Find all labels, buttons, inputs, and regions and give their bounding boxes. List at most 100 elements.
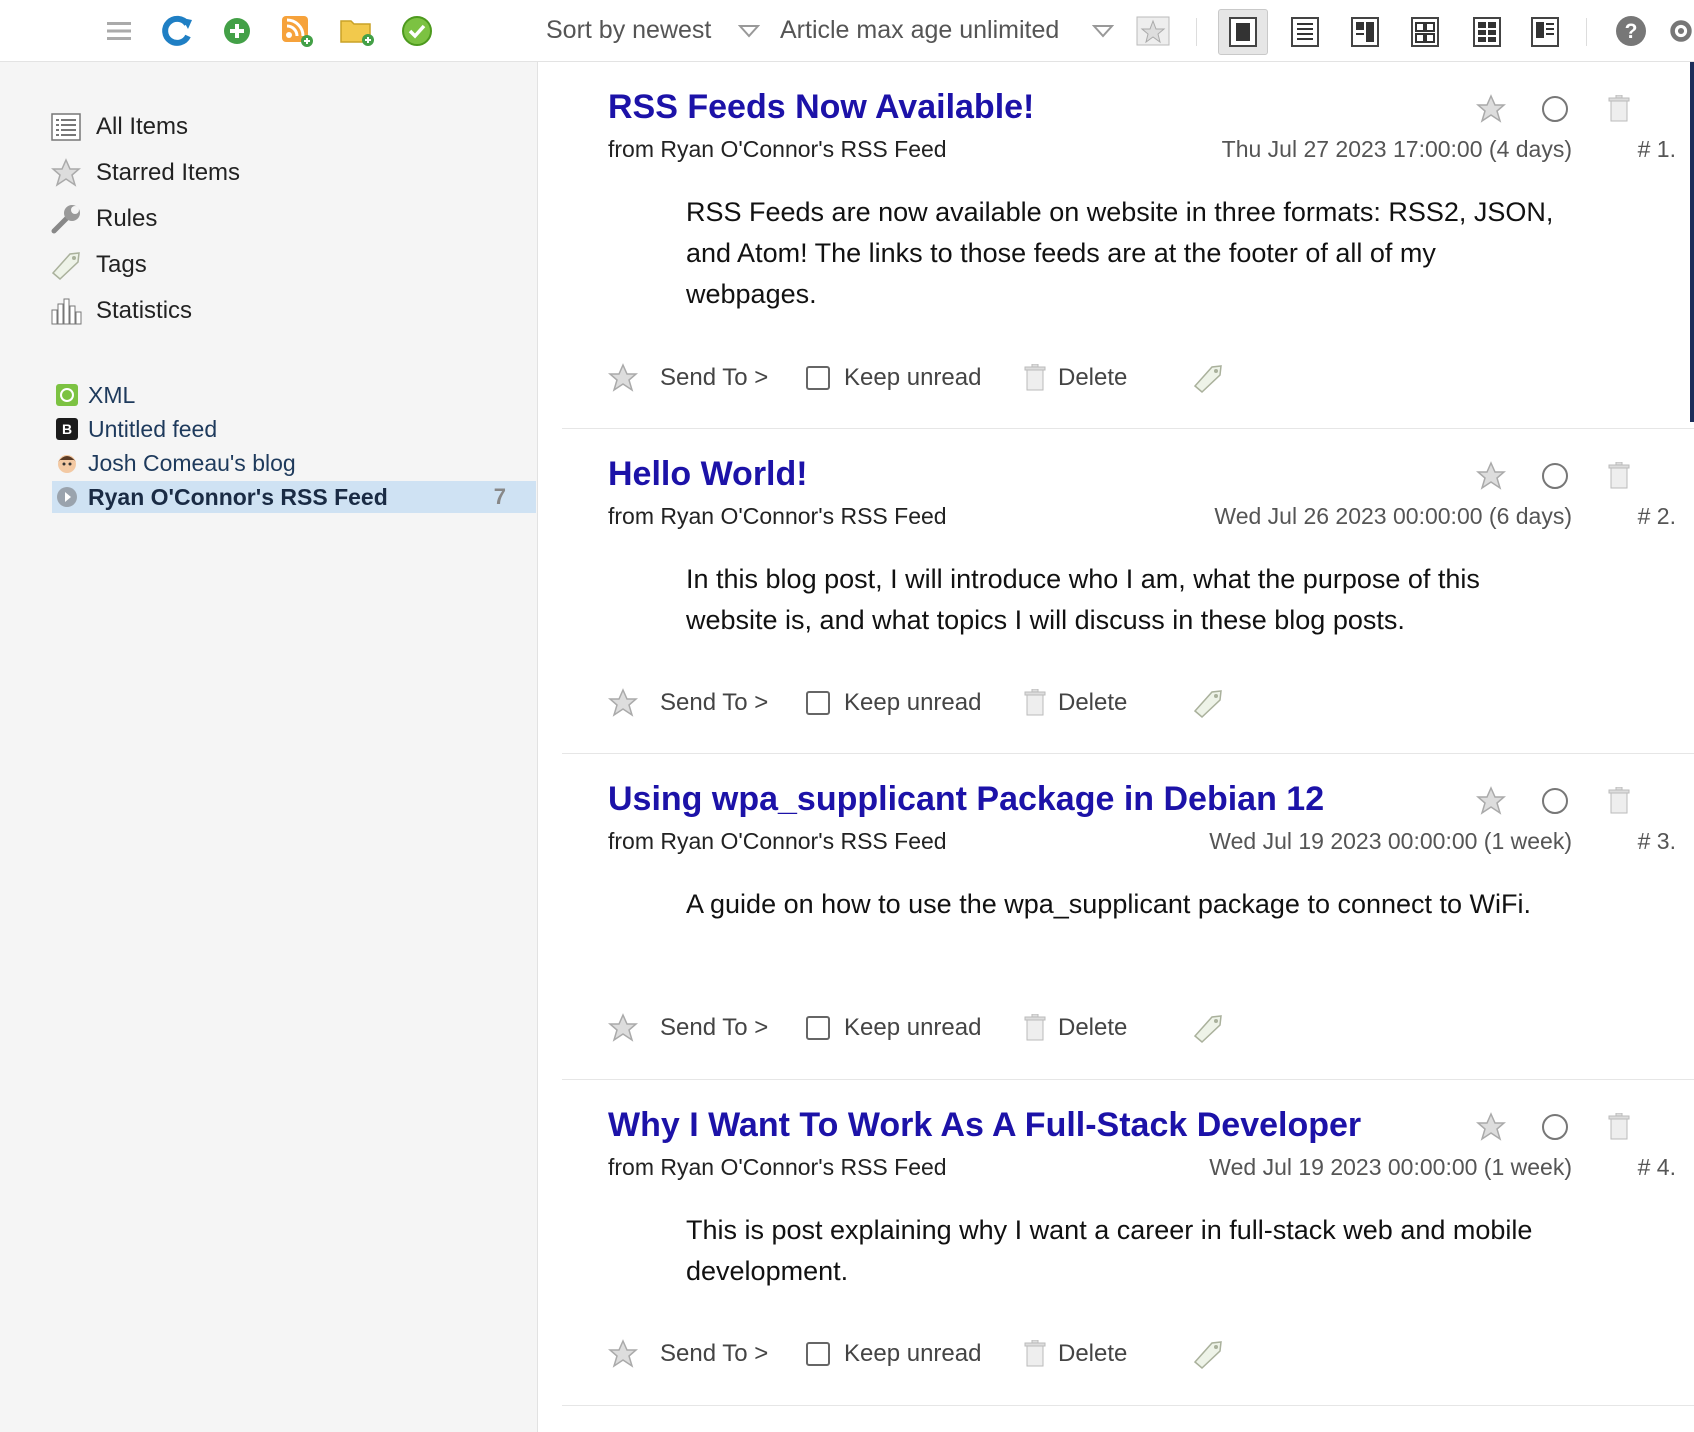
keep-unread-label: Keep unread: [844, 1340, 982, 1367]
sort-chevron-down-icon[interactable]: [730, 12, 768, 50]
star-icon[interactable]: [1474, 1110, 1508, 1144]
sort-select[interactable]: Sort by newest: [546, 16, 711, 45]
sidebar-item-label: Statistics: [96, 297, 193, 324]
article-body: A guide on how to use the wpa_supplicant…: [686, 889, 1532, 919]
refresh-icon[interactable]: [158, 12, 196, 50]
delete-button[interactable]: Delete: [1024, 683, 1127, 723]
view-split-icon[interactable]: [1340, 9, 1390, 55]
view-detail-icon[interactable]: [1520, 9, 1570, 55]
delete-button[interactable]: Delete: [1024, 1008, 1127, 1048]
feed-item-untitled[interactable]: B Untitled feed: [52, 413, 536, 445]
avatar-feed-icon: [55, 451, 79, 475]
keep-unread-label: Keep unread: [844, 364, 982, 391]
article-body: RSS Feeds are now available on website i…: [686, 197, 1554, 309]
article-title[interactable]: Using wpa_supplicant Package in Debian 1…: [608, 780, 1324, 819]
feed-item-xml[interactable]: XML: [52, 379, 536, 411]
unread-circle-icon[interactable]: [1538, 784, 1572, 818]
menu-icon[interactable]: [100, 12, 138, 50]
send-to-button[interactable]: Send To >: [660, 1334, 768, 1374]
unread-circle-icon[interactable]: [1538, 1110, 1572, 1144]
svg-text:?: ?: [1625, 20, 1638, 43]
view-grid-icon[interactable]: [1400, 9, 1450, 55]
add-icon[interactable]: [218, 12, 256, 50]
article-title[interactable]: Why I Want To Work As A Full-Stack Devel…: [608, 1106, 1361, 1145]
delete-label: Delete: [1058, 689, 1128, 716]
unread-circle-icon[interactable]: [1538, 92, 1572, 126]
star-icon[interactable]: [1474, 459, 1508, 493]
star-icon[interactable]: [608, 358, 638, 398]
article-item: Using wpa_supplicant Package in Debian 1…: [562, 754, 1694, 1080]
help-icon[interactable]: ?: [1612, 12, 1650, 50]
sidebar-item-tags[interactable]: Tags: [50, 245, 147, 285]
starred-filter-icon[interactable]: [1134, 12, 1172, 50]
trash-icon[interactable]: [1602, 459, 1636, 493]
delete-button[interactable]: Delete: [1024, 1334, 1127, 1374]
tag-icon: [50, 249, 82, 281]
unread-circle-icon[interactable]: [1538, 459, 1572, 493]
keep-unread-checkbox[interactable]: [806, 691, 830, 715]
feed-item-ryan-oconnor[interactable]: Ryan O'Connor's RSS Feed 7: [52, 481, 536, 513]
tag-icon[interactable]: [1192, 1008, 1224, 1048]
keep-unread-toggle[interactable]: Keep unread: [806, 358, 981, 398]
add-feed-icon[interactable]: [278, 12, 316, 50]
sidebar-item-label: All Items: [96, 113, 189, 140]
view-compact-icon[interactable]: [1462, 9, 1512, 55]
toolbar-divider: [1586, 18, 1587, 46]
article-list: RSS Feeds Now Available! from Ryan O'Con…: [562, 62, 1694, 1432]
sidebar: All Items Starred Items Rules Tags Stati…: [0, 62, 538, 1432]
gear-icon[interactable]: [1668, 12, 1694, 50]
wrench-icon: [50, 203, 82, 235]
trash-icon[interactable]: [1602, 92, 1636, 126]
star-icon[interactable]: [1474, 784, 1508, 818]
sidebar-item-starred-items[interactable]: Starred Items: [50, 153, 240, 193]
article-number: # 4.: [1637, 1154, 1676, 1180]
toolbar: Sort by newest Article max age unlimited…: [0, 0, 1694, 62]
sidebar-item-rules[interactable]: Rules: [50, 199, 157, 239]
chart-icon: [50, 295, 82, 327]
feed-label: Untitled feed: [88, 415, 218, 442]
sidebar-item-statistics[interactable]: Statistics: [50, 291, 192, 331]
keep-unread-toggle[interactable]: Keep unread: [806, 1008, 981, 1048]
tag-icon[interactable]: [1192, 358, 1224, 398]
article-item: Hello World! from Ryan O'Connor's RSS Fe…: [562, 429, 1694, 754]
xml-feed-icon: [55, 383, 79, 407]
add-folder-icon[interactable]: [338, 12, 376, 50]
feed-item-josh-comeau[interactable]: Josh Comeau's blog: [52, 447, 536, 479]
star-icon: [50, 157, 82, 189]
keep-unread-toggle[interactable]: Keep unread: [806, 683, 981, 723]
star-icon[interactable]: [608, 1008, 638, 1048]
keep-unread-checkbox[interactable]: [806, 1342, 830, 1366]
view-list-icon[interactable]: [1280, 9, 1330, 55]
tag-icon[interactable]: [1192, 683, 1224, 723]
send-to-button[interactable]: Send To >: [660, 1008, 768, 1048]
delete-button[interactable]: Delete: [1024, 358, 1127, 398]
view-full-icon[interactable]: [1218, 9, 1268, 55]
star-icon[interactable]: [1474, 92, 1508, 126]
article-body: In this blog post, I will introduce who …: [686, 564, 1480, 635]
send-to-button[interactable]: Send To >: [660, 358, 768, 398]
age-chevron-down-icon[interactable]: [1084, 12, 1122, 50]
sidebar-item-all-items[interactable]: All Items: [50, 107, 188, 147]
keep-unread-checkbox[interactable]: [806, 1016, 830, 1040]
trash-icon: [1024, 364, 1046, 391]
article-item: RSS Feeds Now Available! from Ryan O'Con…: [562, 62, 1694, 429]
age-select[interactable]: Article max age unlimited: [780, 16, 1059, 45]
sidebar-item-label: Starred Items: [96, 159, 241, 186]
trash-icon[interactable]: [1602, 784, 1636, 818]
scrollbar[interactable]: [1690, 62, 1694, 422]
send-to-button[interactable]: Send To >: [660, 683, 768, 723]
tag-icon[interactable]: [1192, 1334, 1224, 1374]
keep-unread-checkbox[interactable]: [806, 366, 830, 390]
delete-label: Delete: [1058, 1014, 1128, 1041]
keep-unread-toggle[interactable]: Keep unread: [806, 1334, 981, 1374]
mark-read-icon[interactable]: [398, 12, 436, 50]
trash-icon: [1024, 1014, 1046, 1041]
b-feed-icon: B: [55, 417, 79, 441]
sidebar-item-label: Rules: [96, 205, 158, 232]
star-icon[interactable]: [608, 683, 638, 723]
trash-icon[interactable]: [1602, 1110, 1636, 1144]
article-date: Wed Jul 19 2023 00:00:00 (1 week): [1209, 1154, 1572, 1180]
article-title[interactable]: RSS Feeds Now Available!: [608, 88, 1034, 127]
article-title[interactable]: Hello World!: [608, 455, 808, 494]
star-icon[interactable]: [608, 1334, 638, 1374]
